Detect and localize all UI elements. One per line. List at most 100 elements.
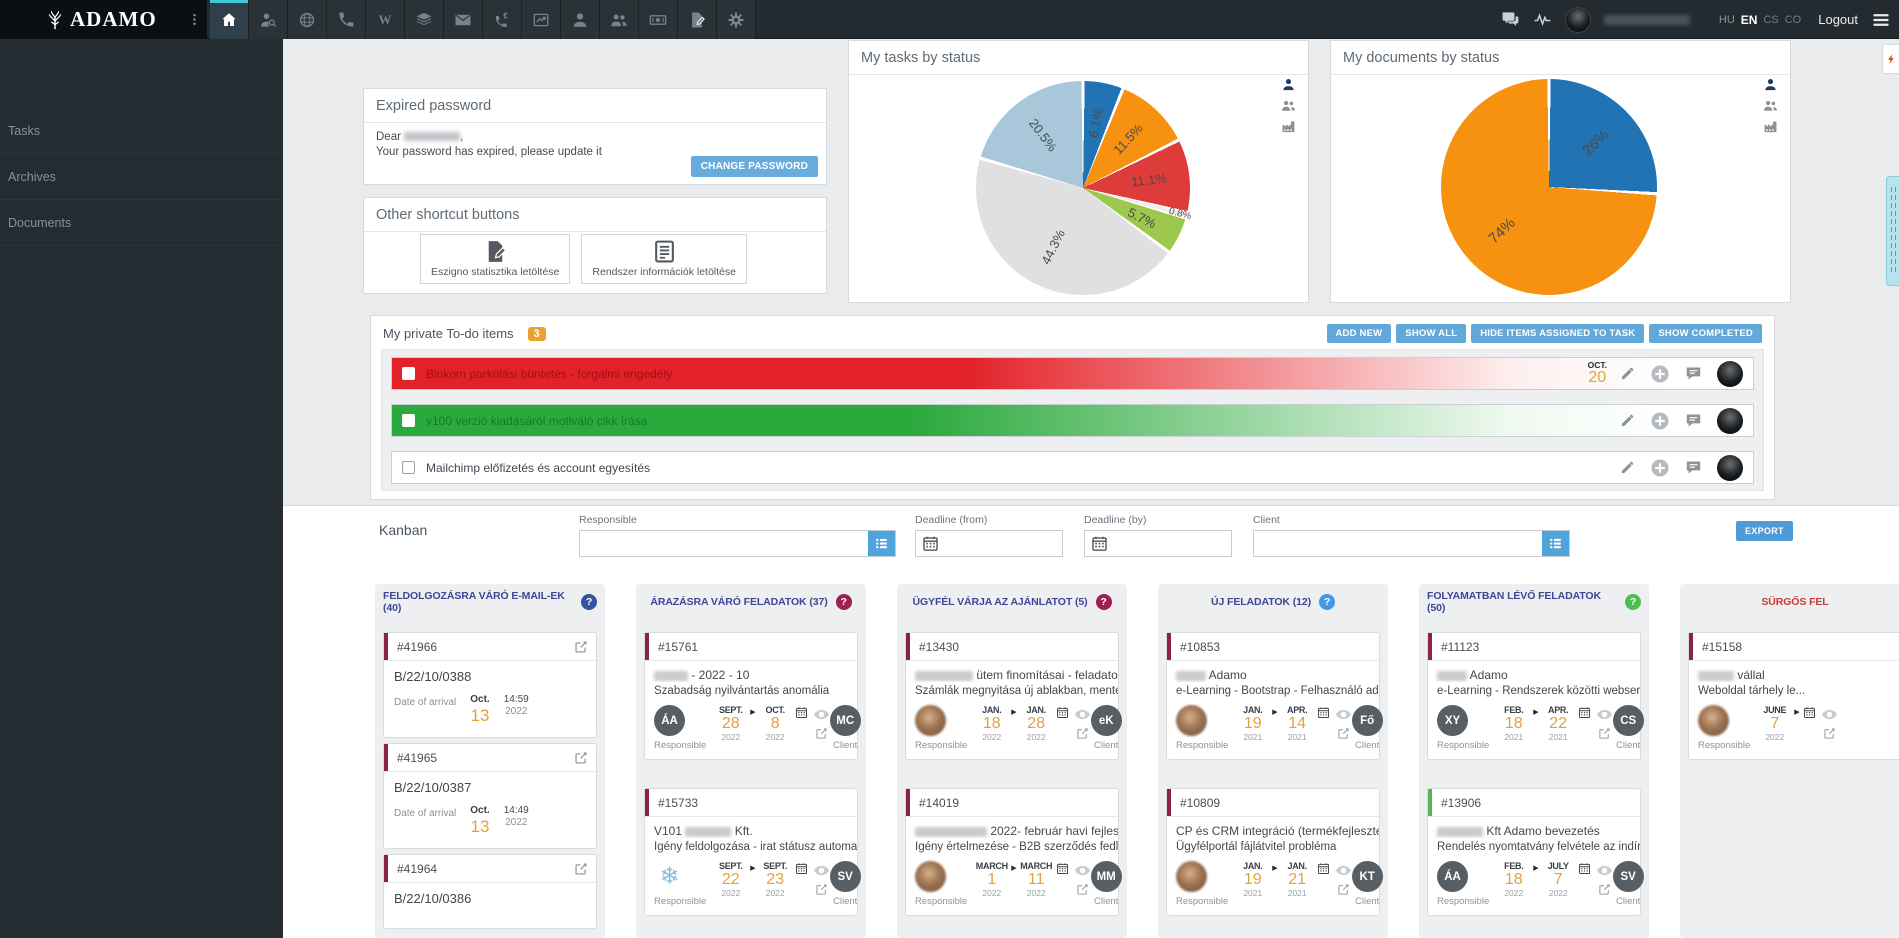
export-button[interactable]: EXPORT (1736, 521, 1793, 541)
open-task-icon[interactable] (815, 883, 828, 896)
responsible-avatar[interactable] (915, 861, 946, 892)
kanban-card[interactable]: #15158 vállal Weboldal tárhely le... Res… (1688, 632, 1899, 760)
client-input[interactable] (1254, 531, 1542, 556)
card-description[interactable]: Igény feldolgozása - irat státusz automa… (645, 838, 857, 853)
card-id[interactable]: #15761 (658, 640, 698, 654)
card-id[interactable]: #13906 (1441, 796, 1481, 810)
show-all-button[interactable]: SHOW ALL (1396, 324, 1466, 343)
card-title[interactable]: V101 Kft. (645, 817, 857, 838)
kanban-card[interactable]: #11123 Adamo e-Learning - Rendszerek köz… (1427, 632, 1641, 760)
open-task-icon[interactable] (1337, 727, 1350, 740)
hamburger-menu-icon[interactable] (1871, 10, 1891, 30)
card-title[interactable]: 2022- február havi fejles... (906, 817, 1118, 838)
tasks-pie-chart[interactable]: 6.1%11.5%11.1%0.8%5.7%44.3%20.5% (976, 81, 1190, 295)
card-id[interactable]: #15733 (658, 796, 698, 810)
card-title[interactable]: CP és CRM integráció (termékfejlesztés) (1167, 817, 1379, 838)
todo-checkbox[interactable] (402, 367, 415, 380)
card-description[interactable]: Számlák megnyitása új ablakban, mentés..… (906, 682, 1118, 697)
edit-icon[interactable] (1620, 460, 1635, 475)
logout-button[interactable]: Logout (1818, 12, 1858, 27)
client-avatar[interactable]: SV (830, 861, 861, 892)
client-avatar[interactable]: MM (1091, 861, 1122, 892)
edit-icon[interactable] (1620, 366, 1635, 381)
add-to-task-icon[interactable] (1650, 458, 1670, 478)
calendar-icon[interactable] (1056, 706, 1069, 719)
show-completed-button[interactable]: SHOW COMPLETED (1649, 324, 1762, 343)
email-reference[interactable]: B/22/10/0387 (394, 780, 586, 795)
client-avatar[interactable]: MC (830, 705, 861, 736)
deadline-from-input[interactable] (944, 531, 1062, 556)
responsible-avatar[interactable] (1698, 705, 1729, 736)
open-task-icon[interactable] (1076, 727, 1089, 740)
help-icon[interactable]: ? (1625, 594, 1641, 610)
user-avatar[interactable] (1565, 7, 1591, 33)
open-task-icon[interactable] (1076, 883, 1089, 896)
sidebar-item-documents[interactable]: Documents (0, 200, 283, 246)
todo-checkbox[interactable] (402, 414, 415, 427)
comment-icon[interactable] (1685, 459, 1702, 476)
calendar-icon[interactable] (1085, 531, 1113, 556)
notification-flash-tab[interactable] (1882, 44, 1899, 74)
chat-icon[interactable] (1501, 10, 1520, 29)
responsible-avatar[interactable]: XY (1437, 705, 1468, 736)
todo-checkbox[interactable] (402, 461, 415, 474)
kanban-card[interactable]: #14019 2022- február havi fejles... Igén… (905, 788, 1119, 916)
watch-icon[interactable] (1074, 706, 1091, 723)
card-description[interactable]: Rendelés nyomtatvány felvétele az indír.… (1428, 838, 1640, 853)
kanban-card[interactable]: #10853 Adamo e-Learning - Bootstrap - Fe… (1166, 632, 1380, 760)
nav-item-layers[interactable] (405, 0, 444, 39)
sidebar-item-tasks[interactable]: Tasks (0, 108, 283, 154)
watch-icon[interactable] (1596, 862, 1613, 879)
eszigno-statistics-button[interactable]: Eszigno statisztika letöltése (420, 234, 570, 284)
menu-dots-icon[interactable] (184, 7, 204, 32)
todo-item[interactable]: Mailchimp előfizetés és account egyesíté… (391, 451, 1754, 484)
company-filter-icon[interactable] (1763, 119, 1778, 134)
email-reference[interactable]: B/22/10/0388 (394, 669, 586, 684)
card-title[interactable]: ütem finomításai - feladatok (906, 661, 1118, 682)
change-password-button[interactable]: CHANGE PASSWORD (691, 156, 818, 177)
watch-icon[interactable] (813, 862, 830, 879)
kanban-card[interactable]: #13430 ütem finomításai - feladatok Szám… (905, 632, 1119, 760)
documents-pie-chart[interactable]: 26%74% (1441, 79, 1657, 295)
calendar-icon[interactable] (1578, 706, 1591, 719)
watch-icon[interactable] (1074, 862, 1091, 879)
kanban-card[interactable]: #41966 B/22/10/0388 Date of arrival Oct.… (383, 632, 597, 738)
comment-icon[interactable] (1685, 412, 1702, 429)
calendar-icon[interactable] (1578, 862, 1591, 875)
comment-icon[interactable] (1685, 365, 1702, 382)
language-en[interactable]: EN (1741, 13, 1758, 27)
client-list-button[interactable] (1542, 531, 1569, 556)
responsible-input[interactable] (580, 531, 868, 556)
calendar-icon[interactable] (795, 706, 808, 719)
kanban-card[interactable]: #13906 Kft Adamo bevezetés Rendelés nyom… (1427, 788, 1641, 916)
calendar-icon[interactable] (1317, 706, 1330, 719)
app-logo[interactable]: ADAMO (0, 0, 207, 39)
card-description[interactable]: Igény értelmezése - B2B szerződés fedla.… (906, 838, 1118, 853)
email-reference[interactable]: B/22/10/0386 (394, 891, 586, 906)
calendar-icon[interactable] (916, 531, 944, 556)
card-id[interactable]: #41964 (397, 862, 437, 876)
calendar-icon[interactable] (795, 862, 808, 875)
hide-items-assigned-to-task-button[interactable]: HIDE ITEMS ASSIGNED TO TASK (1471, 324, 1644, 343)
watch-icon[interactable] (813, 706, 830, 723)
card-id[interactable]: #41965 (397, 751, 437, 765)
open-email-icon[interactable] (574, 751, 588, 765)
card-description[interactable]: Szabadság nyilvántartás anomália (645, 682, 857, 697)
card-description[interactable]: Ügyfélportál fájlátvitel probléma (1167, 838, 1379, 853)
open-email-icon[interactable] (574, 862, 588, 876)
add-to-task-icon[interactable] (1650, 364, 1670, 384)
nav-item-cash[interactable] (639, 0, 678, 39)
nav-item-billing-phone[interactable] (483, 0, 522, 39)
responsible-list-button[interactable] (868, 531, 895, 556)
language-co[interactable]: CO (1785, 14, 1802, 26)
card-title[interactable]: vállal (1689, 661, 1899, 682)
nav-item-reports-chart[interactable] (522, 0, 561, 39)
people-filter-icon[interactable] (1763, 98, 1778, 113)
card-title[interactable]: Adamo (1428, 661, 1640, 682)
responsible-avatar[interactable]: ÁA (1437, 861, 1468, 892)
todo-avatar[interactable] (1717, 408, 1743, 434)
nav-item-user[interactable] (561, 0, 600, 39)
help-icon[interactable]: ? (1096, 594, 1112, 610)
nav-item-contracts[interactable] (678, 0, 717, 39)
activity-pulse-icon[interactable] (1533, 10, 1552, 29)
